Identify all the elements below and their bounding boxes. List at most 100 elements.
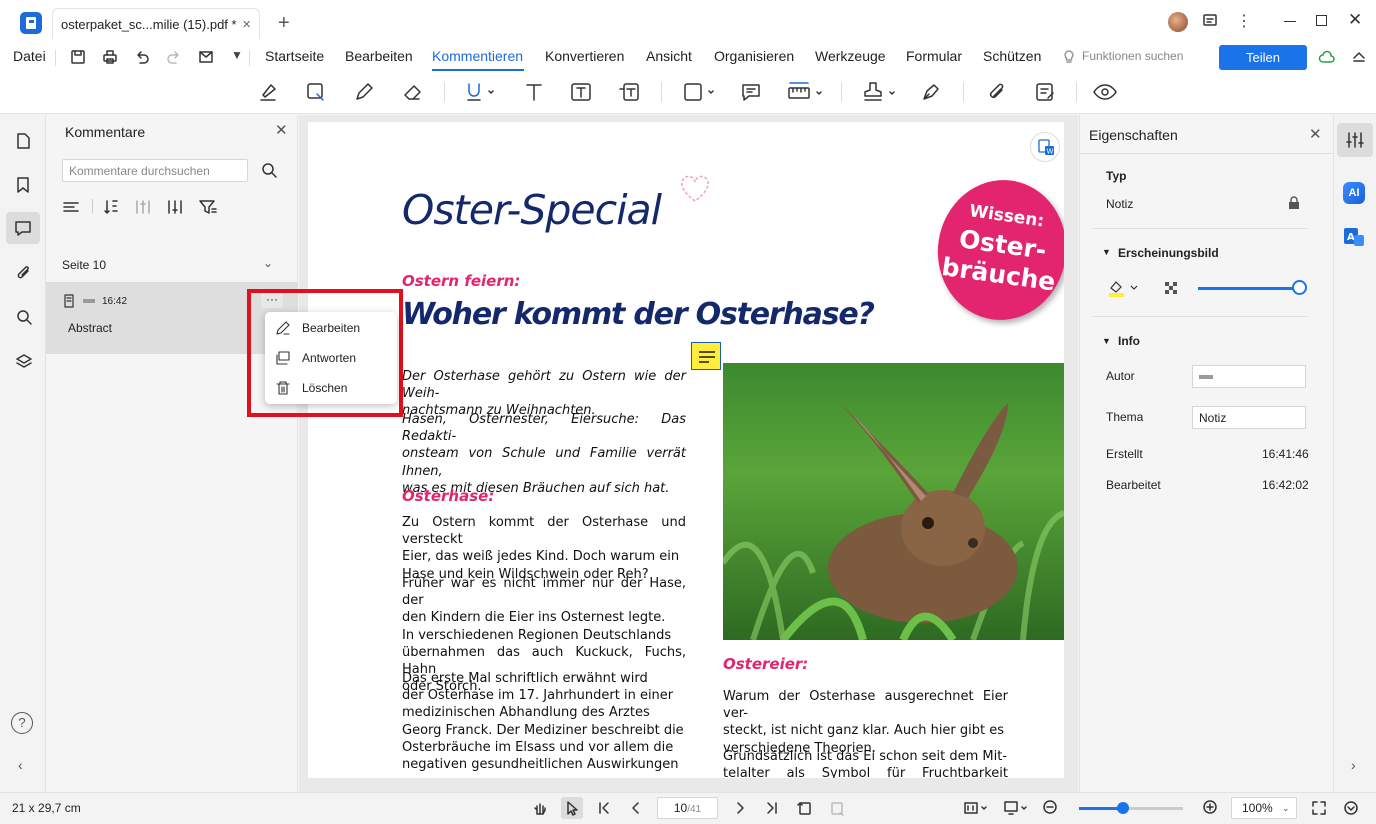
close-properties-icon[interactable]: ✕ [1309,125,1322,143]
message-icon[interactable] [1202,13,1218,29]
redo-icon[interactable] [166,49,182,65]
page-number-input[interactable]: 10/41 [657,797,718,819]
zoom-select[interactable]: 100% ⌄ [1231,797,1297,819]
page-group-label[interactable]: Seite 10 [62,258,106,272]
collapse-sidebar-icon[interactable]: ‹ [18,757,23,773]
last-page-icon[interactable] [765,801,779,815]
print-icon[interactable] [102,49,118,65]
filter-icon[interactable] [198,198,218,216]
expand-right-panel-icon[interactable]: › [1351,757,1356,773]
next-page-icon[interactable] [733,801,747,815]
context-edit-item[interactable]: Bearbeiten [265,313,397,343]
menu-view[interactable]: Ansicht [646,48,692,64]
new-tab-button[interactable]: + [278,12,290,35]
first-page-icon[interactable] [597,801,611,815]
menu-convert[interactable]: Konvertieren [545,48,624,64]
measure-tool-icon[interactable] [787,80,825,102]
maximize-icon[interactable] [1316,15,1327,26]
fullscreen-icon[interactable] [1311,800,1327,816]
comments-search-input[interactable]: Kommentare durchsuchen [62,159,248,182]
rotate-page-icon[interactable] [797,800,813,816]
avatar[interactable] [1168,12,1188,32]
search-icon[interactable] [261,162,279,180]
zoom-slider[interactable] [1079,802,1183,814]
menu-tools[interactable]: Werkzeuge [815,48,886,64]
text-tool-icon[interactable] [523,81,545,103]
hand-tool-icon[interactable] [532,800,548,816]
area-highlight-icon[interactable] [305,81,327,103]
view-mode-dropdown-icon[interactable] [1003,800,1029,816]
appearance-expand-icon[interactable]: ▼ [1102,247,1111,257]
stamp-tool-icon[interactable] [862,80,898,102]
undo-icon[interactable] [134,49,150,65]
sort-icon[interactable] [102,198,120,216]
collapse-all-icon[interactable] [166,198,184,216]
callout-tool-icon[interactable] [618,81,640,103]
more-options-icon[interactable] [1343,800,1359,816]
collapse-ribbon-icon[interactable] [1352,50,1366,62]
lock-icon[interactable] [1287,196,1301,210]
context-reply-item[interactable]: Antworten [265,343,397,373]
comments-panel-tab[interactable] [6,212,40,244]
minimize-icon[interactable] [1284,21,1296,22]
shape-tool-icon[interactable] [683,81,717,103]
cloud-sync-icon[interactable] [1318,49,1336,65]
mail-icon[interactable] [198,49,214,65]
bookmark-icon[interactable] [15,176,31,194]
attachment-icon[interactable] [985,81,1007,103]
menu-edit[interactable]: Bearbeiten [345,48,413,64]
note-tool-icon[interactable] [740,81,762,103]
highlight-tool-icon[interactable] [257,81,279,103]
page-layout-dropdown-icon[interactable] [963,800,989,816]
translate-word-icon[interactable]: W [1030,132,1060,162]
translate-icon[interactable]: A [1343,226,1365,248]
textbox-tool-icon[interactable] [570,81,592,103]
zoom-slider-thumb[interactable] [1116,802,1129,814]
select-tool-icon[interactable] [561,797,583,819]
quick-access-dropdown-icon[interactable]: ▼ [231,48,243,62]
menu-file[interactable]: Datei [13,48,46,64]
close-panel-icon[interactable]: ✕ [275,121,288,139]
author-field[interactable] [1192,365,1306,388]
list-options-icon[interactable] [62,199,80,215]
share-button[interactable]: Teilen [1219,45,1307,70]
info-expand-icon[interactable]: ▼ [1102,336,1111,346]
menu-form[interactable]: Formular [906,48,962,64]
fit-page-icon[interactable] [829,800,845,816]
properties-toggle-icon[interactable] [1337,123,1373,157]
more-vertical-icon[interactable]: ⋮ [1236,11,1252,31]
close-window-icon[interactable]: ✕ [1348,10,1362,30]
tab-close-icon[interactable]: × [242,16,251,33]
chevron-down-icon[interactable]: ⌄ [263,256,273,270]
feature-search[interactable]: Funktionen suchen [1082,49,1183,63]
context-delete-item[interactable]: Löschen [265,373,397,403]
underline-tool-icon[interactable] [465,81,497,103]
zoom-in-icon[interactable] [1202,799,1220,817]
ai-assistant-icon[interactable]: AI [1343,182,1365,204]
layers-icon[interactable] [15,352,33,370]
attachment-sidebar-icon[interactable] [15,264,31,282]
page-thumbnail-icon[interactable] [15,132,31,150]
eraser-icon[interactable] [401,81,423,103]
subject-field[interactable]: Notiz [1192,406,1306,429]
hide-comments-eye-icon[interactable] [1092,81,1118,103]
opacity-slider[interactable] [1198,280,1307,295]
sticky-note-annotation[interactable] [691,342,721,370]
document-tab[interactable]: osterpaket_sc...milie (15).pdf * × [52,8,260,39]
comment-list-icon[interactable] [1034,81,1056,103]
menu-protect[interactable]: Schützen [983,48,1041,64]
help-icon[interactable]: ? [11,712,33,734]
expand-all-icon[interactable] [134,198,152,216]
menu-organize[interactable]: Organisieren [714,48,794,64]
menu-home[interactable]: Startseite [265,48,324,64]
search-sidebar-icon[interactable] [15,308,33,326]
zoom-out-icon[interactable] [1042,799,1060,817]
pencil-icon[interactable] [353,81,375,103]
signature-tool-icon[interactable] [920,81,942,103]
app-logo-icon[interactable] [20,12,42,34]
fill-color-icon[interactable] [1107,279,1141,297]
save-icon[interactable] [70,49,86,65]
menu-comment[interactable]: Kommentieren [432,48,523,64]
prev-page-icon[interactable] [629,801,643,815]
opacity-slider-thumb[interactable] [1292,280,1307,295]
